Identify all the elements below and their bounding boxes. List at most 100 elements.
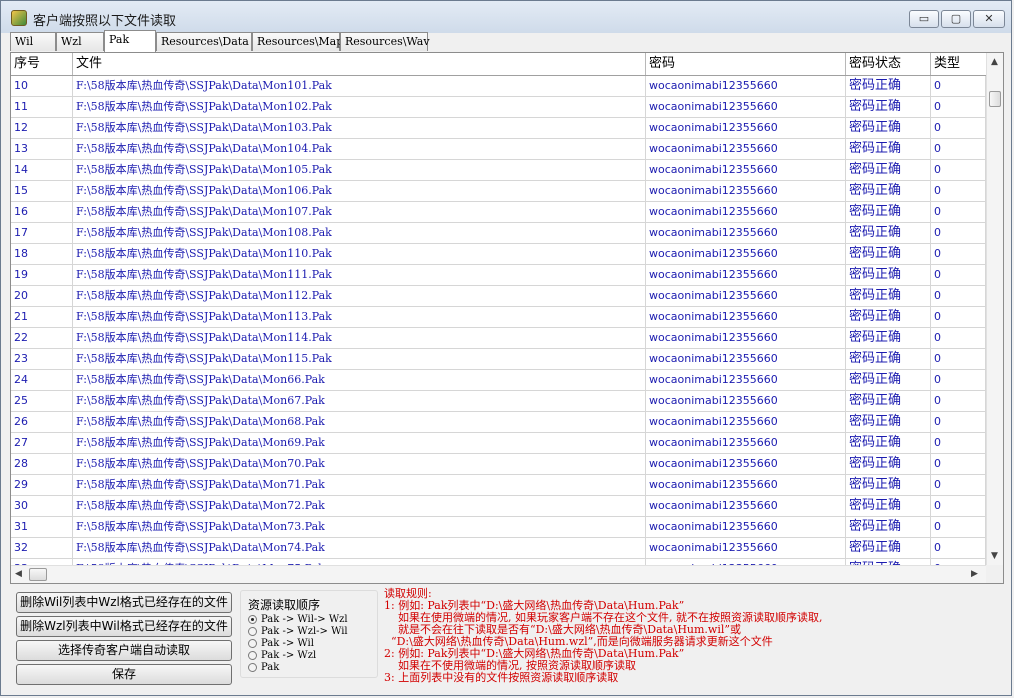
scroll-up-icon[interactable]: ▲ <box>991 57 998 67</box>
minimize-button[interactable]: ▭ <box>909 10 939 28</box>
tab-resources-map[interactable]: Resources\Map <box>252 32 343 51</box>
table-row[interactable]: 26 F:\58版本库\热血传奇\SSJPak\Data\Mon68.Pak woc… <box>11 412 986 433</box>
horizontal-scrollbar[interactable]: ◀ ▶ <box>11 565 986 583</box>
row-password: wocaonimabi12355660 <box>646 538 846 558</box>
horizontal-scroll-thumb[interactable] <box>29 568 47 581</box>
header-file[interactable]: 文件 <box>73 53 646 75</box>
row-file: F:\58版本库\热血传奇\SSJPak\Data\Mon101.Pak <box>73 76 646 96</box>
row-no: 11 <box>11 97 73 117</box>
row-file: F:\58版本库\热血传奇\SSJPak\Data\Mon73.Pak <box>73 517 646 537</box>
row-password: wocaonimabi12355660 <box>646 160 846 180</box>
delete-wil-button[interactable]: 删除Wil列表中Wzl格式已经存在的文件 <box>16 592 232 613</box>
row-no: 17 <box>11 223 73 243</box>
table-row[interactable]: 15 F:\58版本库\热血传奇\SSJPak\Data\Mon106.Pak wo… <box>11 181 986 202</box>
row-status: 密码正确 <box>846 349 931 369</box>
table-row[interactable]: 24 F:\58版本库\热血传奇\SSJPak\Data\Mon66.Pak woc… <box>11 370 986 391</box>
read-rules: 读取规则: 1: 例如: Pak列表中“D:\盛大网络\热血传奇\Data\Hum… <box>384 588 1004 684</box>
table-row[interactable]: 12 F:\58版本库\热血传奇\SSJPak\Data\Mon103.Pak wo… <box>11 118 986 139</box>
radio-button[interactable] <box>248 639 257 648</box>
read-order-option[interactable]: Pak -> Wzl <box>248 650 316 662</box>
table-row[interactable]: 31 F:\58版本库\热血传奇\SSJPak\Data\Mon73.Pak woc… <box>11 517 986 538</box>
radio-button[interactable] <box>248 651 257 660</box>
tab-pak[interactable]: Pak <box>104 30 156 52</box>
row-no: 28 <box>11 454 73 474</box>
header-no[interactable]: 序号 <box>11 53 73 75</box>
row-type: 0 <box>931 328 986 348</box>
header-password[interactable]: 密码 <box>646 53 846 75</box>
scroll-left-icon[interactable]: ◀ <box>15 569 22 579</box>
table-row[interactable]: 25 F:\58版本库\热血传奇\SSJPak\Data\Mon67.Pak woc… <box>11 391 986 412</box>
scroll-right-icon[interactable]: ▶ <box>971 569 978 579</box>
vertical-scrollbar[interactable]: ▲ ▼ <box>986 53 1003 565</box>
tab-resources-wav[interactable]: Resources\Wav <box>340 32 430 51</box>
row-no: 19 <box>11 265 73 285</box>
read-order-option-label: Pak -> Wzl <box>261 650 317 661</box>
row-password: wocaonimabi12355660 <box>646 139 846 159</box>
table-row[interactable]: 11 F:\58版本库\热血传奇\SSJPak\Data\Mon102.Pak wo… <box>11 97 986 118</box>
table-row[interactable]: 23 F:\58版本库\热血传奇\SSJPak\Data\Mon115.Pak wo… <box>11 349 986 370</box>
auto-read-button[interactable]: 选择传奇客户端自动读取 <box>16 640 232 661</box>
row-file: F:\58版本库\热血传奇\SSJPak\Data\Mon69.Pak <box>73 433 646 453</box>
row-status: 密码正确 <box>846 307 931 327</box>
table-row[interactable]: 20 F:\58版本库\热血传奇\SSJPak\Data\Mon112.Pak wo… <box>11 286 986 307</box>
row-no: 16 <box>11 202 73 222</box>
row-no: 23 <box>11 349 73 369</box>
read-order-option[interactable]: Pak -> Wzl-> Wil <box>248 626 348 638</box>
table-row[interactable]: 17 F:\58版本库\热血传奇\SSJPak\Data\Mon108.Pak wo… <box>11 223 986 244</box>
table-row[interactable]: 14 F:\58版本库\热血传奇\SSJPak\Data\Mon105.Pak wo… <box>11 160 986 181</box>
radio-button[interactable] <box>248 627 257 636</box>
row-no: 15 <box>11 181 73 201</box>
maximize-button[interactable]: ▢ <box>941 10 971 28</box>
row-file: F:\58版本库\热血传奇\SSJPak\Data\Mon114.Pak <box>73 328 646 348</box>
row-no: 22 <box>11 328 73 348</box>
table-row[interactable]: 22 F:\58版本库\热血传奇\SSJPak\Data\Mon114.Pak wo… <box>11 328 986 349</box>
tab-wzl[interactable]: Wzl <box>56 32 104 51</box>
read-order-option[interactable]: Pak -> Wil-> Wzl <box>248 614 348 626</box>
save-button[interactable]: 保存 <box>16 664 232 685</box>
read-order-option-label: Pak -> Wzl-> Wil <box>261 626 348 637</box>
vertical-scroll-thumb[interactable] <box>989 91 1001 107</box>
file-table[interactable]: 序号 文件 密码 密码状态 类型 10 F:\58版本库\热血传奇\SSJPak\… <box>11 53 986 565</box>
row-file: F:\58版本库\热血传奇\SSJPak\Data\Mon113.Pak <box>73 307 646 327</box>
row-no: 14 <box>11 160 73 180</box>
delete-wzl-button[interactable]: 删除Wzl列表中Wil格式已经存在的文件 <box>16 616 232 637</box>
tab-wil[interactable]: Wil <box>10 32 56 51</box>
read-order-option[interactable]: Pak -> Wil <box>248 638 314 650</box>
table-row[interactable]: 19 F:\58版本库\热血传奇\SSJPak\Data\Mon111.Pak wo… <box>11 265 986 286</box>
table-row[interactable]: 16 F:\58版本库\热血传奇\SSJPak\Data\Mon107.Pak wo… <box>11 202 986 223</box>
row-password: wocaonimabi12355660 <box>646 496 846 516</box>
row-type: 0 <box>931 97 986 117</box>
header-status[interactable]: 密码状态 <box>846 53 931 75</box>
table-row[interactable]: 21 F:\58版本库\热血传奇\SSJPak\Data\Mon113.Pak wo… <box>11 307 986 328</box>
scroll-down-icon[interactable]: ▼ <box>991 551 998 561</box>
table-row[interactable]: 28 F:\58版本库\热血传奇\SSJPak\Data\Mon70.Pak woc… <box>11 454 986 475</box>
read-order-option[interactable]: Pak <box>248 662 279 674</box>
row-file: F:\58版本库\热血传奇\SSJPak\Data\Mon67.Pak <box>73 391 646 411</box>
row-type: 0 <box>931 538 986 558</box>
header-type[interactable]: 类型 <box>931 53 986 75</box>
table-row[interactable]: 30 F:\58版本库\热血传奇\SSJPak\Data\Mon72.Pak woc… <box>11 496 986 517</box>
row-password: wocaonimabi12355660 <box>646 118 846 138</box>
table-row[interactable]: 18 F:\58版本库\热血传奇\SSJPak\Data\Mon110.Pak wo… <box>11 244 986 265</box>
row-no: 27 <box>11 433 73 453</box>
scrollbar-corner <box>986 565 1003 583</box>
row-file: F:\58版本库\热血传奇\SSJPak\Data\Mon102.Pak <box>73 97 646 117</box>
table-row[interactable]: 32 F:\58版本库\热血传奇\SSJPak\Data\Mon74.Pak woc… <box>11 538 986 559</box>
table-row[interactable]: 27 F:\58版本库\热血传奇\SSJPak\Data\Mon69.Pak woc… <box>11 433 986 454</box>
close-button[interactable]: ✕ <box>973 10 1005 28</box>
row-no: 20 <box>11 286 73 306</box>
row-password: wocaonimabi12355660 <box>646 76 846 96</box>
row-file: F:\58版本库\热血传奇\SSJPak\Data\Mon107.Pak <box>73 202 646 222</box>
row-type: 0 <box>931 202 986 222</box>
title-bar[interactable]: 客户端按照以下文件读取 ▭ ▢ ✕ <box>1 1 1011 33</box>
tab-resources-data[interactable]: Resources\Data <box>156 32 252 51</box>
table-row[interactable]: 29 F:\58版本库\热血传奇\SSJPak\Data\Mon71.Pak woc… <box>11 475 986 496</box>
table-row[interactable]: 10 F:\58版本库\热血传奇\SSJPak\Data\Mon101.Pak wo… <box>11 76 986 97</box>
table-row[interactable]: 13 F:\58版本库\热血传奇\SSJPak\Data\Mon104.Pak wo… <box>11 139 986 160</box>
row-password: wocaonimabi12355660 <box>646 412 846 432</box>
row-password: wocaonimabi12355660 <box>646 307 846 327</box>
radio-button[interactable] <box>248 615 257 624</box>
app-icon <box>11 10 27 26</box>
radio-button[interactable] <box>248 663 257 672</box>
row-password: wocaonimabi12355660 <box>646 370 846 390</box>
